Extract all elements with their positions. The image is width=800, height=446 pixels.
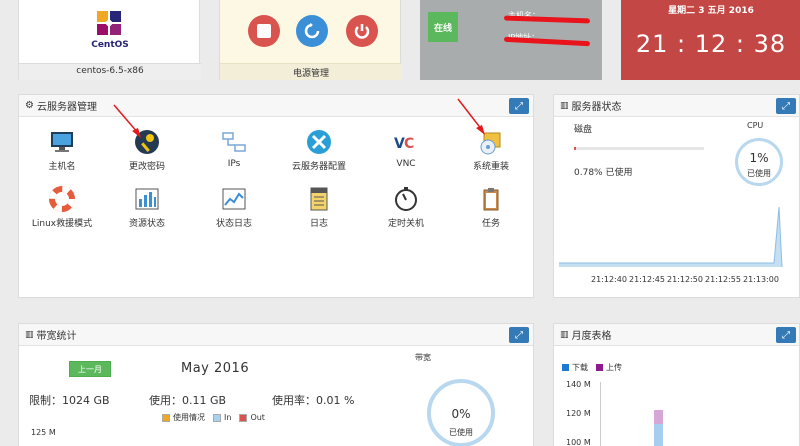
monthly-axis-line [600,382,601,446]
monthly-title: 月度表格 [571,331,612,342]
band-label: 带宽 [415,353,431,362]
cpu-label: CPU [747,121,764,130]
time-tick: 21:12:40 [591,275,627,284]
bar-chart-small-icon: ▥ [25,329,34,340]
bandwidth-expand-button[interactable]: ⤢ [509,327,529,343]
legend-upload-label: 上传 [606,363,622,372]
disk-bar [574,147,704,150]
monthly-y-100: 100 M [566,438,591,446]
bandwidth-title: 带宽统计 [36,331,77,342]
monthly-panel: ▥ 月度表格 ⤢ 下载 上传 140 M 120 M 100 M [553,323,800,446]
legend-usage-swatch [162,413,170,422]
time-tick: 21:13:00 [743,275,779,284]
time-tick: 21:12:55 [705,275,741,284]
time-tick: 21:12:45 [629,275,665,284]
monthly-legend: 下载 上传 [562,362,622,373]
legend-usage-label: 使用情况 [173,413,205,422]
cpu-used: 已使用 [747,169,771,178]
bar-chart-small-icon: ▥ [560,329,569,340]
legend-in-label: In [224,413,232,422]
server-status-panel: ▥ 服务器状态 ⤢ 磁盘 0.78% 已使用 CPU 1% 已使用 21:12:… [553,94,800,298]
bar-chart-small-icon: ▥ [560,100,569,111]
bandwidth-limit: 限制：1024 GB [29,394,110,407]
disk-used: 0.78% 已使用 [574,168,633,178]
bandwidth-panel: ▥ 带宽统计 ⤢ 上一月 May 2016 带宽 限制：1024 GB 使用：0… [18,323,534,446]
legend-download-swatch [562,364,569,371]
monthly-download-bar [654,424,663,446]
prev-month-button[interactable]: 上一月 [69,361,111,377]
monthly-upload-bar [654,410,663,424]
legend-download-label: 下载 [572,363,588,372]
month-title: May 2016 [181,361,250,376]
bandwidth-y-top: 125 M [31,428,56,437]
server-status-title: 服务器状态 [571,102,622,113]
legend-in-swatch [213,413,221,422]
status-graph [559,206,783,267]
monthly-y-140: 140 M [566,380,591,389]
legend-out-swatch [239,413,248,422]
monthly-header: ▥ 月度表格 [554,324,799,346]
bandwidth-header: ▥ 带宽统计 [19,324,533,346]
bandwidth-ring-value: 0% [451,407,471,421]
bandwidth-ring-used: 已使用 [449,428,473,437]
disk-label: 磁盘 [574,125,593,135]
monthly-expand-button[interactable]: ⤢ [776,327,796,343]
bandwidth-usage-rate: 使用率：0.01 % [272,394,355,407]
bandwidth-legend: 使用情况 In Out [162,412,265,423]
legend-out-label: Out [250,413,265,422]
bandwidth-used: 使用：0.11 GB [149,394,227,407]
server-status-header: ▥ 服务器状态 [554,95,799,117]
server-status-expand-button[interactable]: ⤢ [776,98,796,114]
monthly-y-120: 120 M [566,409,591,418]
time-tick: 21:12:50 [667,275,703,284]
cpu-value: 1% [749,151,769,165]
legend-upload-swatch [596,364,603,371]
